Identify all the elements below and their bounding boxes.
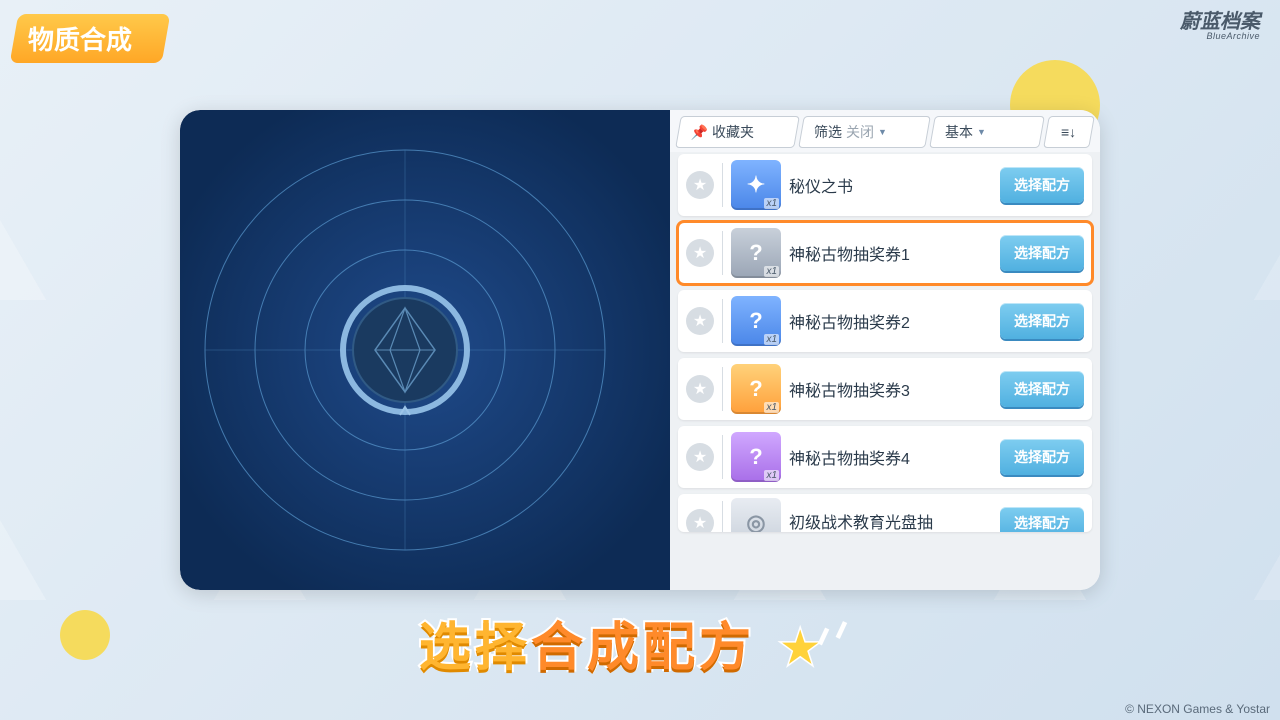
divider	[722, 231, 723, 275]
filter-button[interactable]: 筛选 关闭 ▼	[798, 116, 931, 148]
divider	[722, 299, 723, 343]
divider	[722, 367, 723, 411]
recipe-name: 神秘古物抽奖券3	[789, 377, 992, 401]
brand-logo: 蔚蓝档案 BlueArchive	[1180, 12, 1260, 41]
recipe-row[interactable]: ★ ✦x1 秘仪之书选择配方	[678, 154, 1092, 216]
sort-button[interactable]: 基本 ▼	[929, 116, 1045, 148]
box-icon: ?x1	[731, 364, 781, 414]
recipe-toolbar: 📌 收藏夹 筛选 关闭 ▼ 基本 ▼ ≡↓	[670, 110, 1100, 152]
item-qty: x1	[764, 470, 779, 481]
sort-order-button[interactable]: ≡↓	[1043, 116, 1095, 148]
box-icon: ?x1	[731, 296, 781, 346]
copyright: © NEXON Games & Yostar	[1125, 702, 1270, 716]
item-qty: x1	[764, 266, 779, 277]
brand-name: 蔚蓝档案	[1180, 11, 1260, 33]
synthesis-target-panel	[180, 110, 670, 590]
book-icon: ✦x1	[731, 160, 781, 210]
filter-label: 筛选	[814, 122, 842, 142]
item-qty: x1	[764, 402, 779, 413]
instruction-caption: 选择合成配方 ★⸍⸍	[0, 605, 1280, 680]
divider	[722, 163, 723, 207]
recipe-name: 神秘古物抽奖券2	[789, 309, 992, 333]
choose-recipe-button[interactable]: 选择配方	[1000, 167, 1084, 203]
recipe-name: 神秘古物抽奖券4	[789, 445, 992, 469]
page-title-ribbon: 物质合成	[10, 14, 171, 63]
favorite-star-icon[interactable]: ★	[686, 509, 714, 532]
recipe-row[interactable]: ★ ?x1 神秘古物抽奖券4 选择配方	[678, 426, 1092, 488]
choose-recipe-button[interactable]: 选择配方	[1000, 439, 1084, 475]
filter-status: 关闭	[846, 122, 874, 142]
item-qty: x1	[764, 198, 779, 209]
choose-recipe-button[interactable]: 选择配方	[1000, 507, 1084, 532]
choose-recipe-button[interactable]: 选择配方	[1000, 371, 1084, 407]
recipe-list[interactable]: ★✦x1秘仪之书选择配方★?x1神秘古物抽奖券1选择配方★?x1神秘古物抽奖券2…	[670, 152, 1100, 590]
list-sort-icon: ≡↓	[1061, 124, 1076, 140]
sort-label: 基本	[945, 122, 973, 142]
disc-icon: ◎x1	[731, 498, 781, 532]
chevron-down-icon: ▼	[878, 127, 887, 137]
favorite-star-icon[interactable]: ★	[686, 375, 714, 403]
item-qty: x1	[764, 334, 779, 345]
synthesis-window: 📌 收藏夹 筛选 关闭 ▼ 基本 ▼ ≡↓ ★✦x1秘仪之书选择配方★?x1神秘…	[180, 110, 1100, 590]
choose-recipe-button[interactable]: 选择配方	[1000, 303, 1084, 339]
favorite-star-icon[interactable]: ★	[686, 443, 714, 471]
chevron-down-icon: ▼	[977, 127, 986, 137]
divider	[722, 501, 723, 532]
caption-part1: 选择	[419, 619, 531, 677]
recipe-row[interactable]: ★ ?x1 神秘古物抽奖券3 选择配方	[678, 358, 1092, 420]
recipe-name: 初级战术教育光盘抽	[789, 509, 992, 532]
favorites-label: 收藏夹	[712, 122, 754, 142]
favorite-star-icon[interactable]: ★	[686, 307, 714, 335]
brand-sub: BlueArchive	[1180, 32, 1260, 41]
divider	[722, 435, 723, 479]
box-icon: ?x1	[731, 432, 781, 482]
favorite-star-icon[interactable]: ★	[686, 171, 714, 199]
recipe-name: 秘仪之书	[789, 173, 992, 197]
target-reticle	[180, 110, 670, 590]
recipe-panel: 📌 收藏夹 筛选 关闭 ▼ 基本 ▼ ≡↓ ★✦x1秘仪之书选择配方★?x1神秘…	[670, 110, 1100, 590]
recipe-row[interactable]: ★ ?x1 神秘古物抽奖券1 选择配方	[678, 222, 1092, 284]
caption-part2: 合成配方	[531, 619, 755, 677]
recipe-name: 神秘古物抽奖券1	[789, 241, 992, 265]
recipe-row[interactable]: ★ ◎x1 初级战术教育光盘抽选择配方	[678, 494, 1092, 532]
pin-icon: 📌	[691, 124, 708, 141]
favorite-star-icon[interactable]: ★	[686, 239, 714, 267]
page-title: 物质合成	[28, 20, 132, 57]
box-icon: ?x1	[731, 228, 781, 278]
choose-recipe-button[interactable]: 选择配方	[1000, 235, 1084, 271]
recipe-row[interactable]: ★ ?x1 神秘古物抽奖券2 选择配方	[678, 290, 1092, 352]
favorites-button[interactable]: 📌 收藏夹	[675, 116, 799, 148]
